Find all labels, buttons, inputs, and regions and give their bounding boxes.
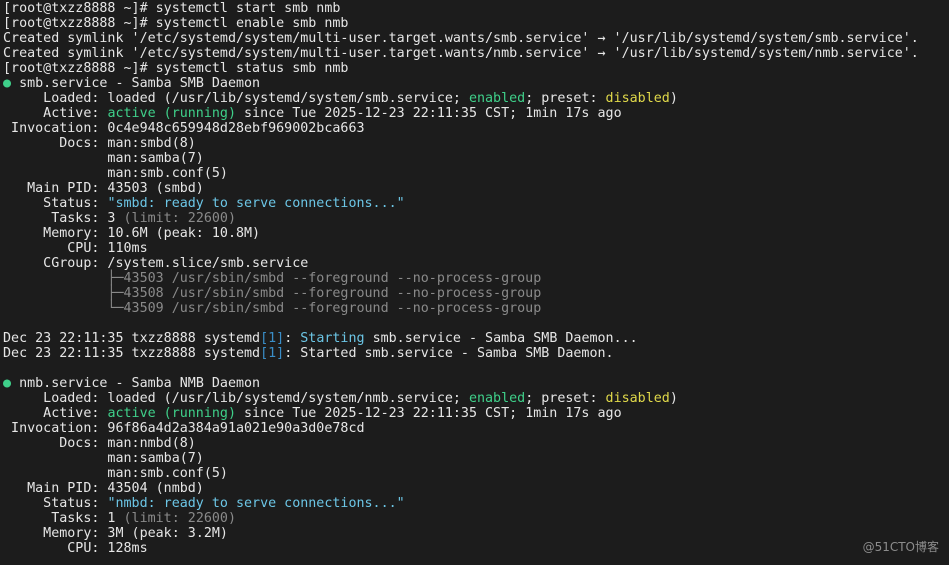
terminal-text: Docs: man:smbd(8) [3,136,196,151]
terminal-line: Main PID: 43503 (smbd) [3,181,919,196]
terminal-line: Loaded: loaded (/usr/lib/systemd/system/… [3,91,919,106]
terminal-line: Status: "nmbd: ready to serve connection… [3,496,919,511]
terminal-text: Starting [300,331,365,346]
terminal-text: Loaded: loaded (/usr/lib/systemd/system/… [3,91,469,106]
terminal-text: Active: [3,406,108,421]
terminal-output[interactable]: [root@txzz8888 ~]# systemctl start smb n… [3,1,919,556]
terminal-text: nmb.service - Samba NMB Daemon [11,376,261,391]
terminal-text: Invocation: 96f86a4d2a384a91a021e90a3d0e… [3,421,365,436]
terminal-text: Main PID: 43503 (smbd) [3,181,204,196]
terminal-line: Invocation: 0c4e948c659948d28ebf969002bc… [3,121,919,136]
terminal-line: Docs: man:smbd(8) [3,136,919,151]
terminal-line: Dec 23 22:11:35 txzz8888 systemd[1]: Sta… [3,331,919,346]
terminal-text: Active: [3,106,108,121]
terminal-line: ├─43503 /usr/sbin/smbd --foreground --no… [3,271,919,286]
terminal-line: Invocation: 96f86a4d2a384a91a021e90a3d0e… [3,421,919,436]
terminal-text: Status: [3,496,108,511]
terminal-text: Created symlink '/etc/systemd/system/mul… [3,31,919,46]
terminal-text: (limit: 22600) [123,211,236,226]
terminal-text: "nmbd: ready to serve connections..." [107,496,405,511]
terminal-text: disabled [605,91,670,106]
terminal-text: Dec 23 22:11:35 txzz8888 systemd [3,346,261,361]
terminal-text: (limit: 22600) [123,511,236,526]
terminal-line: Memory: 10.6M (peak: 10.8M) [3,226,919,241]
terminal-text: Memory: 10.6M (peak: 10.8M) [3,226,261,241]
terminal-text: man:samba(7) [3,451,204,466]
terminal-text: Dec 23 22:11:35 txzz8888 systemd [3,331,261,346]
terminal-text: [root@txzz8888 ~]# systemctl enable smb … [3,16,349,31]
terminal-line: └─43509 /usr/sbin/smbd --foreground --no… [3,301,919,316]
terminal-line: Dec 23 22:11:35 txzz8888 systemd[1]: Sta… [3,346,919,361]
terminal-line: Docs: man:nmbd(8) [3,436,919,451]
terminal-text: [root@txzz8888 ~]# systemctl start smb n… [3,1,341,16]
terminal-line: Created symlink '/etc/systemd/system/mul… [3,31,919,46]
terminal-text: Tasks: 1 [3,511,124,526]
terminal-text: since Tue 2025-12-23 22:11:35 CST; 1min … [235,406,622,421]
terminal-text: [1] [260,346,285,361]
terminal-text: man:samba(7) [3,151,204,166]
terminal-text: Invocation: 0c4e948c659948d28ebf969002bc… [3,121,365,136]
terminal-text: ├─43503 /usr/sbin/smbd --foreground --no… [3,271,542,286]
terminal-text: enabled [468,391,526,406]
terminal-text: : [284,331,301,346]
terminal-text: ├─43508 /usr/sbin/smbd --foreground --no… [3,286,542,301]
terminal-text: "smbd: ready to serve connections..." [107,196,405,211]
terminal-text: man:smb.conf(5) [3,166,228,181]
terminal-text: since Tue 2025-12-23 22:11:35 CST; 1min … [235,106,622,121]
terminal-text: Docs: man:nmbd(8) [3,436,196,451]
terminal-text: Created symlink '/etc/systemd/system/mul… [3,46,919,61]
watermark: @51CTO博客 [862,540,939,554]
terminal-text: └─43509 /usr/sbin/smbd --foreground --no… [3,301,542,316]
terminal-text: enabled [468,91,526,106]
terminal-text: Tasks: 3 [3,211,124,226]
terminal-line: [root@txzz8888 ~]# systemctl status smb … [3,61,919,76]
terminal-text: ) [669,391,678,406]
terminal-text: active (running) [107,406,236,421]
terminal-line: Loaded: loaded (/usr/lib/systemd/system/… [3,391,919,406]
terminal-text: smb.service - Samba SMB Daemon [11,76,261,91]
terminal-text: Status: [3,196,108,211]
status-dot-icon: ● [3,376,12,391]
terminal-text: ) [669,91,678,106]
terminal-line: man:smb.conf(5) [3,166,919,181]
terminal-text: Main PID: 43504 (nmbd) [3,481,204,496]
terminal-text: Loaded: loaded (/usr/lib/systemd/system/… [3,391,469,406]
terminal-line: Created symlink '/etc/systemd/system/mul… [3,46,919,61]
status-dot-icon: ● [3,76,12,91]
terminal-line: Active: active (running) since Tue 2025-… [3,406,919,421]
terminal-line: CPU: 110ms [3,241,919,256]
terminal-line: CGroup: /system.slice/smb.service [3,256,919,271]
terminal-line: Tasks: 1 (limit: 22600) [3,511,919,526]
terminal-line: Status: "smbd: ready to serve connection… [3,196,919,211]
terminal-text: : Started smb.service - Samba SMB Daemon… [284,346,614,361]
terminal-text: CPU: 128ms [3,541,148,556]
terminal-text: CPU: 110ms [3,241,148,256]
terminal-text: [root@txzz8888 ~]# systemctl status smb … [3,61,349,76]
terminal-text: man:smb.conf(5) [3,466,228,481]
terminal-text: CGroup: /system.slice/smb.service [3,256,309,271]
terminal-line: man:samba(7) [3,151,919,166]
terminal-line: Memory: 3M (peak: 3.2M) [3,526,919,541]
terminal-line: [root@txzz8888 ~]# systemctl enable smb … [3,16,919,31]
terminal-line: man:smb.conf(5) [3,466,919,481]
terminal-line: CPU: 128ms [3,541,919,556]
terminal-line: ● smb.service - Samba SMB Daemon [3,76,919,91]
terminal-line: man:samba(7) [3,451,919,466]
terminal-text: [1] [260,331,285,346]
terminal-text: disabled [605,391,670,406]
terminal-line: Main PID: 43504 (nmbd) [3,481,919,496]
terminal-text: smb.service - Samba SMB Daemon... [364,331,638,346]
terminal-line: [root@txzz8888 ~]# systemctl start smb n… [3,1,919,16]
terminal-text: active (running) [107,106,236,121]
terminal-line: Active: active (running) since Tue 2025-… [3,106,919,121]
terminal-text: ; preset: [525,391,606,406]
terminal-text: Memory: 3M (peak: 3.2M) [3,526,228,541]
terminal-text: ; preset: [525,91,606,106]
terminal-line: Tasks: 3 (limit: 22600) [3,211,919,226]
terminal-line: ● nmb.service - Samba NMB Daemon [3,376,919,391]
terminal-line: ├─43508 /usr/sbin/smbd --foreground --no… [3,286,919,301]
